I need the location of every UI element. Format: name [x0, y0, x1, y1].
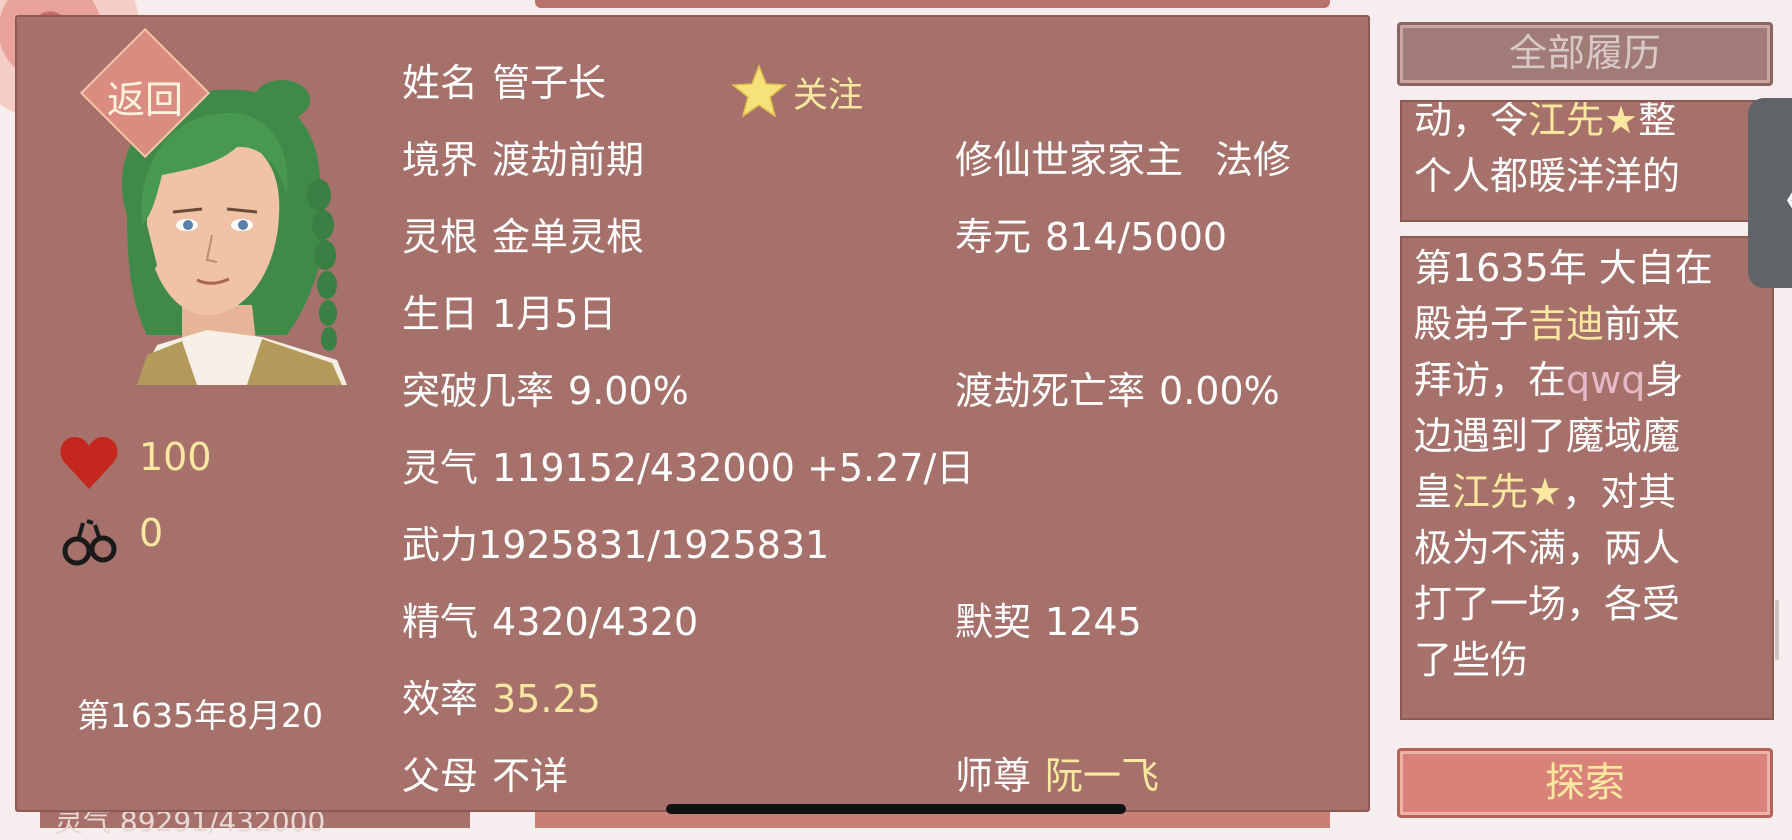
shackles-value: 0 — [139, 511, 164, 555]
log-line: 第1635年 大自在 — [1414, 246, 1713, 290]
all-history-button[interactable]: 全部履历 — [1397, 22, 1773, 86]
parents-value: 不详 — [492, 754, 569, 798]
birthday-row: 生日 1月5日 — [402, 283, 616, 338]
master-row: 师尊 阮一飞 — [955, 745, 1159, 800]
log-text: 动，令 — [1414, 100, 1529, 142]
back-button-label: 返回 — [106, 78, 183, 122]
log-entry: 第1635年 大自在 殿弟子吉迪前来 拜访，在qwq身 边遇到了魔域魔 皇江先★… — [1400, 236, 1774, 720]
tribulation-death-label: 渡劫死亡率 — [955, 369, 1146, 413]
breakthrough-value: 9.00% — [568, 369, 689, 413]
log-line: 皇江先★，对其 — [1414, 464, 1760, 520]
tacit-row: 默契 1245 — [955, 591, 1142, 646]
force-value: 1925831/1925831 — [478, 523, 830, 567]
log-text: 整 — [1638, 100, 1677, 142]
background-top-bar — [535, 0, 1330, 8]
current-date: 第1635年8月20 — [77, 696, 323, 735]
efficiency-row: 效率 35.25 — [402, 668, 601, 723]
role-row: 修仙世家家主 法修 — [955, 129, 1291, 184]
tribulation-death-row: 渡劫死亡率 0.00% — [955, 360, 1280, 415]
tacit-label: 默契 — [955, 600, 1032, 644]
scrollbar[interactable] — [1775, 600, 1779, 660]
name-value: 管子长 — [492, 61, 607, 105]
essence-row: 精气 4320/4320 — [402, 591, 698, 646]
qi-value: 119152/432000 +5.27/日 — [492, 446, 975, 490]
chevron-left-icon: 〈 — [1754, 158, 1792, 239]
parents-row: 父母 不详 — [402, 745, 568, 800]
breakthrough-label: 突破几率 — [402, 369, 555, 413]
root-label: 灵根 — [402, 215, 479, 259]
log-text: 拜访，在 — [1414, 358, 1567, 402]
log-line: 个人都暖洋洋的 — [1414, 154, 1681, 198]
name-label: 姓名 — [402, 61, 479, 105]
log-line: 殿弟子吉迪前来 — [1414, 296, 1760, 352]
follow-label: 关注 — [793, 75, 864, 116]
cultivation-type: 法修 — [1215, 138, 1292, 182]
realm-value: 渡劫前期 — [492, 138, 645, 182]
character-link[interactable]: 吉迪 — [1528, 302, 1604, 346]
explore-button[interactable]: 探索 — [1397, 748, 1773, 818]
character-detail-panel: 返回 100 0 第1635年8月20 姓名 管子长 关注 境界 渡劫前期 修仙世家… — [15, 15, 1370, 812]
heart-icon — [59, 435, 119, 495]
name-row: 姓名 管子长 — [402, 52, 606, 107]
log-line: 边遇到了魔域魔 — [1414, 414, 1681, 458]
force-row: 武力1925831/1925831 — [402, 514, 829, 569]
lifespan-label: 寿元 — [955, 215, 1032, 259]
birthday-label: 生日 — [402, 292, 479, 336]
tacit-value: 1245 — [1045, 600, 1142, 644]
log-text: 前来 — [1604, 302, 1681, 346]
realm-label: 境界 — [402, 138, 479, 182]
birthday-value: 1月5日 — [492, 292, 617, 336]
handcuffs-icon — [59, 509, 121, 573]
qi-label: 灵气 — [402, 446, 479, 490]
lifespan-row: 寿元 814/5000 — [955, 206, 1227, 261]
log-entry: 动，令江先★整 个人都暖洋洋的 — [1400, 100, 1774, 222]
log-text: 身 — [1645, 358, 1684, 402]
follow-button[interactable]: 关注 — [731, 62, 863, 122]
parents-label: 父母 — [402, 754, 479, 798]
essence-label: 精气 — [402, 600, 479, 644]
character-link[interactable]: 江先★ — [1452, 470, 1562, 514]
log-text: ，对其 — [1562, 470, 1677, 514]
root-row: 灵根 金单灵根 — [402, 206, 644, 261]
log-line: 打了一场，各受 — [1414, 582, 1681, 626]
character-link[interactable]: 江先★ — [1528, 102, 1638, 142]
star-icon — [731, 64, 787, 118]
lifespan-value: 814/5000 — [1045, 215, 1228, 259]
role-value: 修仙世家家主 — [955, 138, 1184, 182]
root-value: 金单灵根 — [492, 215, 645, 259]
background-button — [535, 812, 1330, 828]
master-value[interactable]: 阮一飞 — [1045, 754, 1159, 798]
favor-value: 100 — [139, 435, 212, 479]
log-text: 殿弟子 — [1414, 302, 1529, 346]
qi-row: 灵气 119152/432000 +5.27/日 — [402, 437, 974, 492]
tribulation-death-value: 0.00% — [1159, 369, 1280, 413]
log-line: 极为不满，两人 — [1414, 526, 1681, 570]
home-indicator[interactable] — [666, 804, 1126, 814]
side-drawer-tab[interactable]: 〈 — [1748, 98, 1792, 288]
master-label: 师尊 — [955, 754, 1032, 798]
log-text: 皇 — [1414, 470, 1453, 514]
back-button[interactable]: 返回 — [77, 25, 213, 161]
log-line: 动，令江先★整 — [1414, 100, 1760, 148]
efficiency-label: 效率 — [402, 677, 479, 721]
essence-value: 4320/4320 — [492, 600, 699, 644]
character-link[interactable]: qwq — [1566, 358, 1645, 402]
efficiency-value: 35.25 — [492, 677, 601, 721]
realm-row: 境界 渡劫前期 — [402, 129, 644, 184]
force-label: 武力 — [402, 523, 479, 567]
breakthrough-row: 突破几率 9.00% — [402, 360, 689, 415]
log-line: 了些伤 — [1414, 638, 1529, 682]
log-line: 拜访，在qwq身 — [1414, 352, 1760, 408]
